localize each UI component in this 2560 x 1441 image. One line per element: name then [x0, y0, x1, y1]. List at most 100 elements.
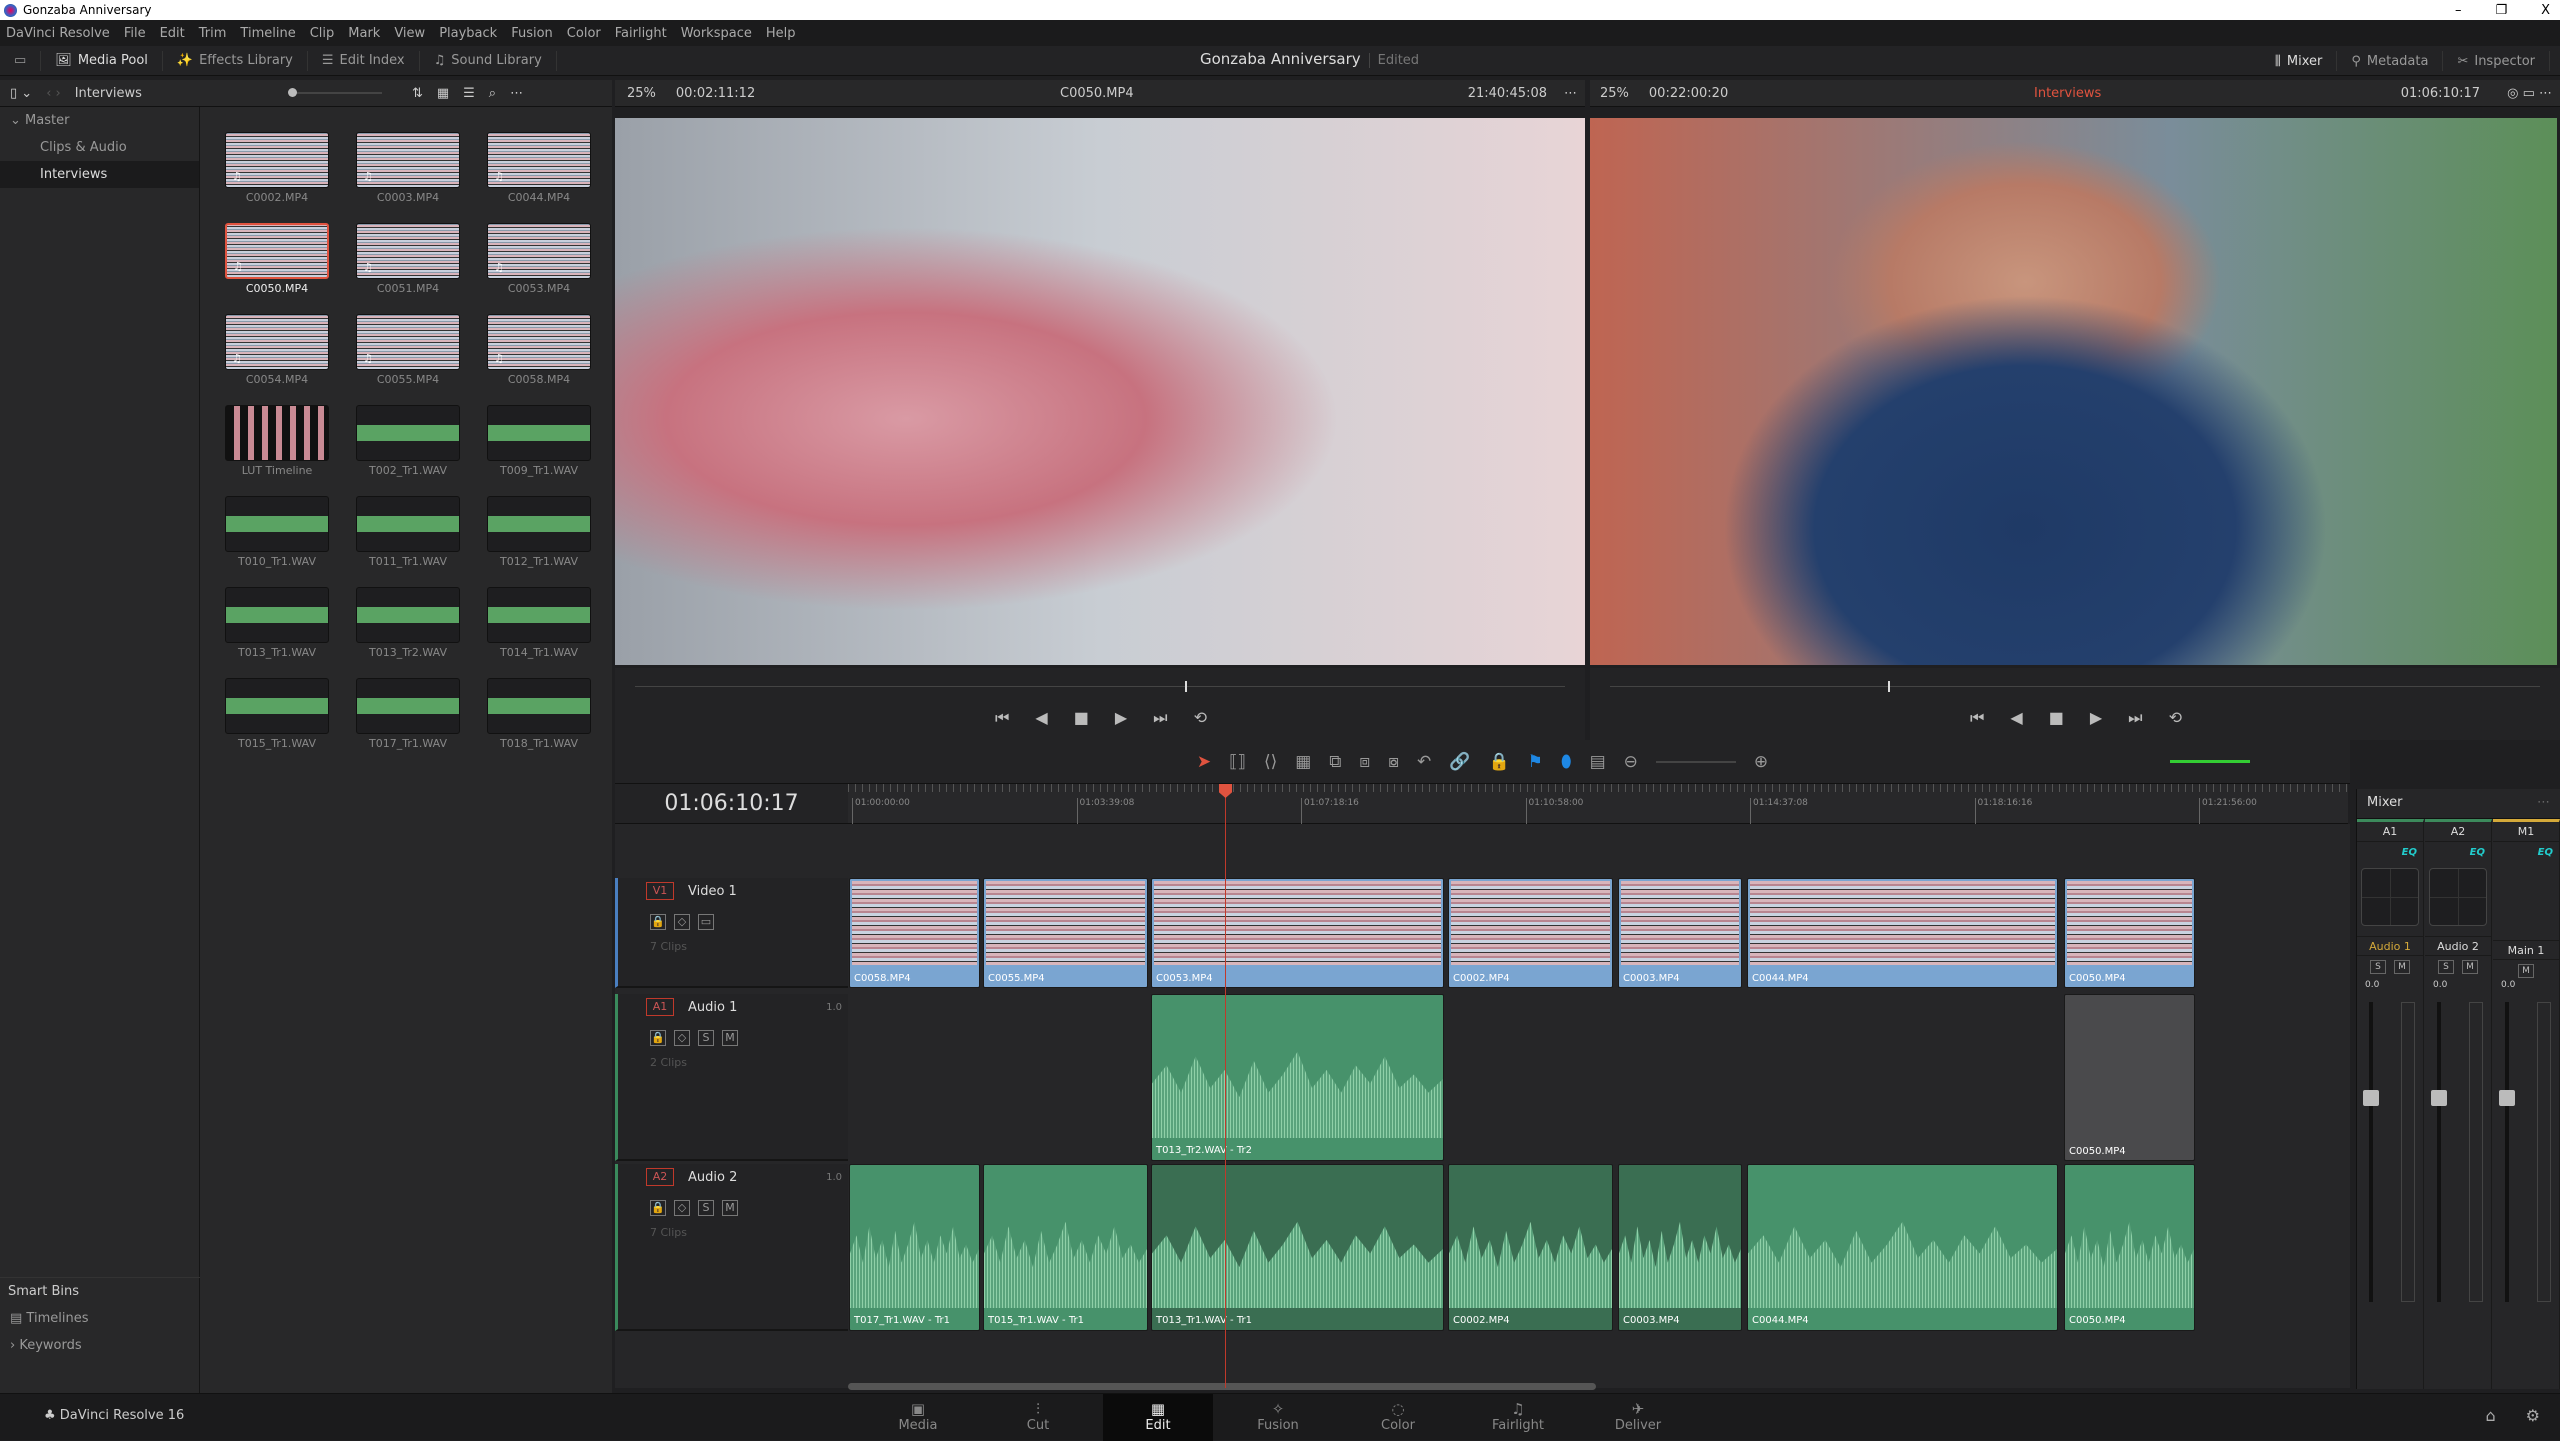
audio-clip[interactable]: T017_Tr1.WAV - Tr1	[849, 1164, 980, 1331]
video-clip[interactable]: C0044.MP4	[1747, 878, 2058, 988]
mute-button[interactable]: M	[722, 1030, 738, 1046]
auto-select-icon[interactable]: ◇	[674, 1200, 690, 1216]
viewer-options-icon[interactable]: ◎ ▭ ⋯	[2507, 86, 2552, 101]
auto-select-icon[interactable]: ◇	[674, 914, 690, 930]
clip-thumbnail[interactable]: ♫	[356, 314, 460, 370]
reverse-icon[interactable]: ◀	[2010, 708, 2022, 728]
razor-icon[interactable]: ▦	[1295, 752, 1311, 772]
volume-fader[interactable]	[2499, 1002, 2515, 1302]
maximize-button[interactable]: ❐	[2495, 3, 2507, 18]
menu-file[interactable]: File	[124, 26, 146, 41]
source-scrubber[interactable]	[635, 681, 1565, 692]
toolbar-effects-library-button[interactable]: ✨ Effects Library	[163, 50, 308, 71]
loop-icon[interactable]: ⟲	[1194, 708, 1207, 728]
eq-button[interactable]: EQ	[2357, 842, 2423, 864]
menu-view[interactable]: View	[394, 26, 425, 41]
auto-select-icon[interactable]: ◇	[674, 1030, 690, 1046]
play-icon[interactable]: ▶	[1115, 708, 1127, 728]
menu-color[interactable]: Color	[567, 26, 601, 41]
reverse-icon[interactable]: ◀	[1035, 708, 1047, 728]
clip-thumbnail[interactable]	[225, 587, 329, 643]
replace-icon[interactable]: ⧇	[1388, 752, 1399, 772]
toolbar-mixer-button[interactable]: ⫼ Mixer	[2261, 51, 2338, 71]
eq-button[interactable]: EQ	[2493, 842, 2559, 864]
clip-thumbnail[interactable]	[487, 587, 591, 643]
settings-icon[interactable]: ⚙	[2526, 1406, 2540, 1425]
volume-slider[interactable]	[2170, 760, 2250, 763]
mute-button[interactable]: M	[2518, 964, 2534, 978]
stop-icon[interactable]: ■	[2049, 708, 2064, 728]
go-start-icon[interactable]: ⏮	[1970, 708, 1984, 728]
mute-button[interactable]: M	[2394, 960, 2410, 974]
clip-thumbnail[interactable]	[225, 405, 329, 461]
timeline-ruler[interactable]: 01:00:00:00 01:03:39:08 01:07:18:16 01:10:5…	[848, 784, 2348, 824]
marker-icon[interactable]: ⬮	[1561, 752, 1572, 772]
page-tab-deliver[interactable]: ✈ Deliver	[1583, 1394, 1693, 1441]
mute-button[interactable]: M	[722, 1200, 738, 1216]
clip-thumbnail[interactable]	[356, 678, 460, 734]
thumb-size-slider[interactable]	[287, 88, 382, 97]
program-zoom[interactable]: 25%	[1600, 86, 1629, 101]
fader-knob[interactable]	[2499, 1090, 2515, 1106]
clip-thumbnail[interactable]	[225, 678, 329, 734]
clip-thumbnail[interactable]: ♫	[487, 132, 591, 188]
audio-clip[interactable]: T013_Tr1.WAV - Tr1	[1151, 1164, 1444, 1331]
clip-thumbnail[interactable]	[356, 405, 460, 461]
clip-thumbnail[interactable]	[487, 496, 591, 552]
insert-icon[interactable]: ⧉	[1329, 752, 1341, 772]
pan-control[interactable]	[2361, 868, 2419, 926]
clip-thumbnail[interactable]	[225, 496, 329, 552]
audio-clip[interactable]: C0003.MP4	[1618, 1164, 1742, 1331]
zoom-out-icon[interactable]: ⊖	[1624, 752, 1638, 772]
track-id[interactable]: A2	[646, 1168, 674, 1186]
zoom-slider[interactable]	[1655, 760, 1736, 763]
clip-thumbnail[interactable]	[487, 678, 591, 734]
lock-icon[interactable]: 🔒	[1488, 752, 1509, 772]
eq-button[interactable]: EQ	[2425, 842, 2491, 864]
source-viewer[interactable]	[615, 118, 1585, 665]
menu-playback[interactable]: Playback	[439, 26, 497, 41]
audio-clip[interactable]: C0002.MP4	[1448, 1164, 1613, 1331]
clip-thumbnail[interactable]: ♫	[487, 314, 591, 370]
toolbar-edit-index-button[interactable]: ☰ Edit Index	[308, 50, 420, 71]
pan-control[interactable]	[2429, 868, 2487, 926]
menu-davinci-resolve[interactable]: DaVinci Resolve	[6, 26, 110, 41]
lock-icon[interactable]: 🔒	[650, 1200, 666, 1216]
clip-thumbnail[interactable]: ♫	[356, 223, 460, 279]
menu-clip[interactable]: Clip	[310, 26, 335, 41]
minimize-button[interactable]: –	[2455, 3, 2462, 18]
menu-workspace[interactable]: Workspace	[681, 26, 752, 41]
toolbar-metadata-button[interactable]: ⚲ Metadata	[2337, 51, 2444, 71]
solo-button[interactable]: S	[2438, 960, 2454, 974]
audio-clip[interactable]: C0044.MP4	[1747, 1164, 2058, 1331]
source-clip-name[interactable]: C0050.MP4	[1060, 86, 1134, 101]
menu-trim[interactable]: Trim	[199, 26, 227, 41]
video-clip[interactable]: C0055.MP4	[983, 878, 1148, 988]
track-id[interactable]: V1	[646, 882, 674, 900]
view-options-icon[interactable]: ⇅▦☰⌕⋯	[412, 86, 537, 101]
selection-tool-icon[interactable]: ➤	[1197, 752, 1211, 772]
go-end-icon[interactable]: ⏭	[2128, 708, 2142, 728]
workspace-toggle-icon[interactable]: ▭	[0, 50, 42, 71]
nav-arrows-icon[interactable]: ‹ ›	[46, 86, 61, 101]
timeline-selector[interactable]: Interviews	[2034, 86, 2101, 101]
menu-fairlight[interactable]: Fairlight	[615, 26, 667, 41]
clip-thumbnail[interactable]: ♫	[356, 132, 460, 188]
go-start-icon[interactable]: ⏮	[995, 708, 1009, 728]
mute-button[interactable]: M	[2462, 960, 2478, 974]
bin-clips-audio[interactable]: Clips & Audio	[0, 134, 199, 161]
home-icon[interactable]: ⌂	[2486, 1406, 2496, 1425]
audio-clip[interactable]: T013_Tr2.WAV - Tr2	[1151, 994, 1444, 1161]
lock-icon[interactable]: 🔒	[650, 914, 666, 930]
panel-toggle-icon[interactable]: ▯ ⌄	[10, 86, 32, 101]
audio-clip[interactable]: C0050.MP4	[2064, 994, 2195, 1161]
bin-master[interactable]: ⌄ Master	[0, 107, 199, 134]
toolbar-sound-library-button[interactable]: ♫ Sound Library	[420, 50, 557, 71]
toolbar-inspector-button[interactable]: ✂ Inspector	[2443, 51, 2550, 71]
clip-thumbnail[interactable]: ♫	[225, 132, 329, 188]
blade-tool-icon[interactable]: ⟨⟩	[1264, 752, 1277, 772]
solo-button[interactable]: S	[2370, 960, 2386, 974]
clip-thumbnail[interactable]: ♫	[225, 223, 329, 279]
solo-button[interactable]: S	[698, 1200, 714, 1216]
bin-interviews[interactable]: Interviews	[0, 161, 199, 188]
